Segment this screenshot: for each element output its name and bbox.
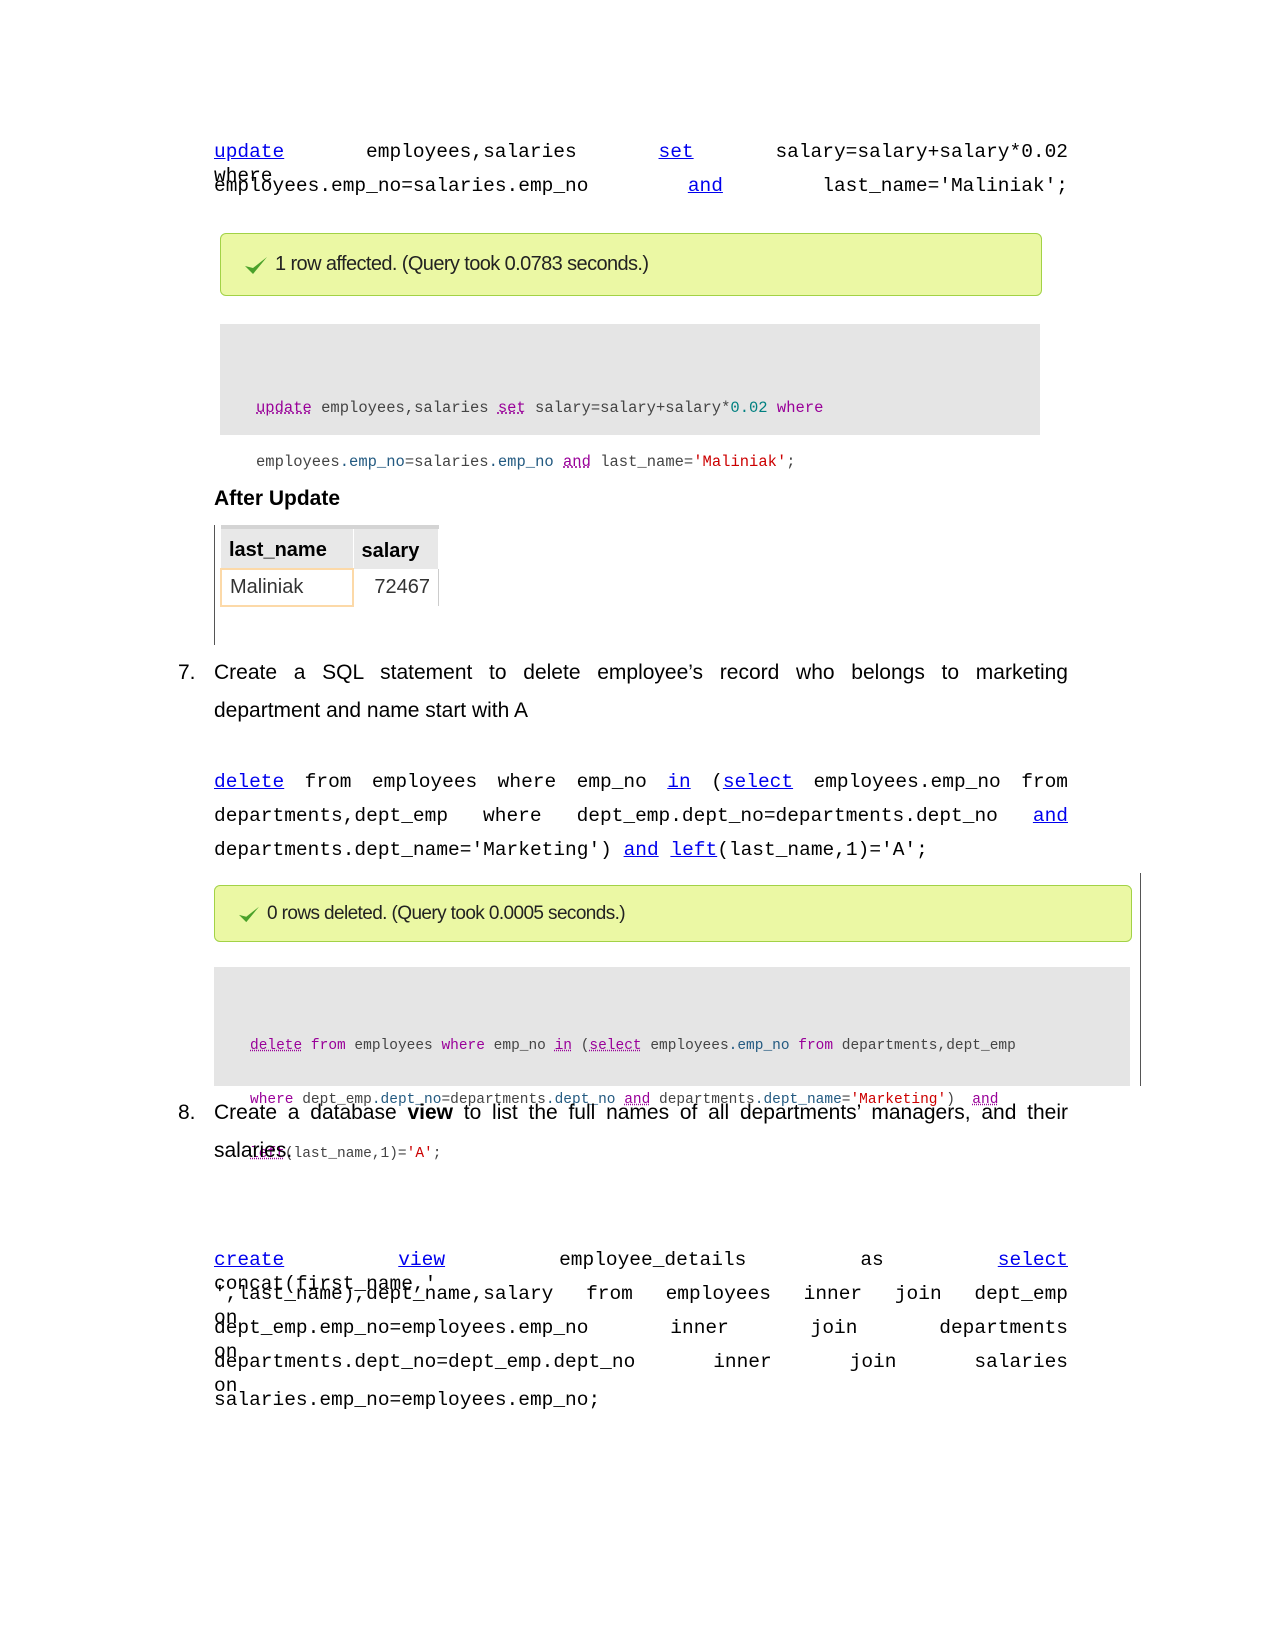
view-sql-line: salaries.emp_no=employees.emp_no;	[214, 1388, 1068, 1412]
code-token: .emp_no	[728, 1038, 790, 1054]
code-line: update employees,salaries set salary=sal…	[256, 399, 1040, 417]
vertical-rule	[214, 525, 215, 645]
sql-text: employees,salaries	[284, 141, 659, 163]
sql-text: employees.emp_no from	[793, 771, 1069, 793]
sql-keyword-link[interactable]: create	[214, 1249, 284, 1271]
code-keyword: set	[497, 399, 526, 417]
code-token: employees	[345, 1038, 442, 1054]
code-token: employees,salaries	[311, 399, 498, 417]
sql-text: employees.emp_no=salaries.emp_no	[214, 175, 688, 197]
question-text: Create a SQL statement to delete employe…	[214, 661, 1068, 684]
sql-keyword-link[interactable]: delete	[214, 771, 284, 793]
vertical-rule	[1140, 873, 1141, 1086]
sql-keyword-link[interactable]: left	[670, 839, 717, 861]
column-header-last-name: last_name	[221, 525, 354, 569]
code-keyword: from	[798, 1038, 834, 1054]
sql-keyword-link[interactable]: and	[688, 175, 723, 197]
code-token: employees	[641, 1038, 729, 1054]
sql-text: departments,dept_emp where dept_emp.dept…	[214, 805, 1033, 827]
code-keyword: where	[441, 1038, 485, 1054]
sql-keyword-link[interactable]: and	[624, 839, 659, 861]
question-text: salaries.	[214, 1139, 293, 1162]
update-code-preview: update employees,salaries set salary=sal…	[220, 324, 1040, 471]
code-token: =salaries	[404, 453, 489, 471]
code-token: 'Maliniak'	[693, 453, 787, 471]
question-text: Create a database view to list the full …	[214, 1100, 1068, 1126]
code-line: delete from employees where emp_no in (s…	[250, 1037, 1130, 1055]
sql-text: (last_name,1)='A';	[717, 839, 928, 861]
code-token: (	[572, 1038, 590, 1054]
sql-keyword-link[interactable]: view	[398, 1249, 445, 1271]
delete-sql-line: departments.dept_name='Marketing') and l…	[214, 838, 1068, 862]
code-token: .emp_no	[339, 453, 405, 471]
q8-text-b: to list the full names of all department…	[452, 1101, 1068, 1124]
column-header-salary: salary	[353, 525, 439, 569]
sql-text: employee_details as	[445, 1249, 998, 1271]
delete-success-message: 0 rows deleted. (Query took 0.0005 secon…	[214, 885, 1132, 942]
sql-text: salaries.emp_no=employees.emp_no;	[214, 1389, 601, 1411]
code-keyword: where	[776, 399, 824, 417]
sql-text: from employees where emp_no	[284, 771, 668, 793]
code-line: employees.emp_no=salaries.emp_no and las…	[256, 453, 1040, 471]
result-table: last_name salary Maliniak 72467	[220, 525, 439, 607]
cell-last-name: Maliniak	[220, 568, 354, 607]
update-success-message: 1 row affected. (Query took 0.0783 secon…	[220, 233, 1042, 296]
table-row: Maliniak 72467	[220, 568, 439, 607]
code-token: departments,dept_emp	[833, 1038, 1016, 1054]
sql-text: (	[690, 771, 723, 793]
code-token: ;	[786, 453, 796, 471]
update-sql-line: employees.emp_no=salaries.emp_no and las…	[214, 174, 1068, 198]
sql-keyword-link[interactable]: set	[659, 141, 694, 163]
after-update-heading: After Update	[214, 487, 341, 510]
code-keyword: from	[310, 1038, 346, 1054]
sql-keyword-link[interactable]: in	[667, 771, 690, 793]
code-keyword: and	[563, 453, 591, 471]
delete-sql-line: delete from employees where emp_no in (s…	[214, 770, 1068, 794]
question-number: 7.	[178, 661, 196, 684]
code-keyword: update	[256, 399, 312, 417]
code-token: 0.02	[730, 399, 768, 417]
code-keyword: delete	[250, 1038, 303, 1054]
code-token: emp_no	[484, 1038, 555, 1054]
code-token: salary=salary+salary*	[525, 399, 731, 417]
sql-text: last_name='Maliniak';	[722, 175, 1069, 197]
code-token: last_name=	[590, 453, 694, 471]
delete-sql-line: departments,dept_emp where dept_emp.dept…	[214, 804, 1068, 828]
sql-keyword-link[interactable]: select	[998, 1249, 1068, 1271]
code-token: .emp_no	[488, 453, 554, 471]
delete-result-text: 0 rows deleted. (Query took 0.0005 secon…	[267, 902, 626, 924]
check-icon	[239, 906, 259, 922]
question-number: 8.	[178, 1101, 196, 1124]
sql-keyword-link[interactable]: select	[723, 771, 793, 793]
delete-code-preview: delete from employees where emp_no in (s…	[214, 967, 1130, 1162]
table-header-row: last_name salary	[221, 525, 439, 569]
cell-salary: 72467	[353, 569, 439, 606]
sql-text: departments.dept_name='Marketing')	[214, 839, 624, 861]
q8-text-a: Create a database	[214, 1101, 408, 1124]
question-text: department and name start with A	[214, 699, 529, 722]
sql-keyword-link[interactable]: update	[214, 141, 284, 163]
sql-keyword-link[interactable]: and	[1033, 805, 1068, 827]
update-result-text: 1 row affected. (Query took 0.0783 secon…	[275, 253, 649, 275]
q8-bold-view: view	[407, 1101, 453, 1124]
check-icon	[245, 256, 267, 274]
code-keyword: select	[589, 1038, 642, 1054]
code-token: employees	[256, 453, 340, 471]
code-keyword: in	[554, 1038, 572, 1054]
